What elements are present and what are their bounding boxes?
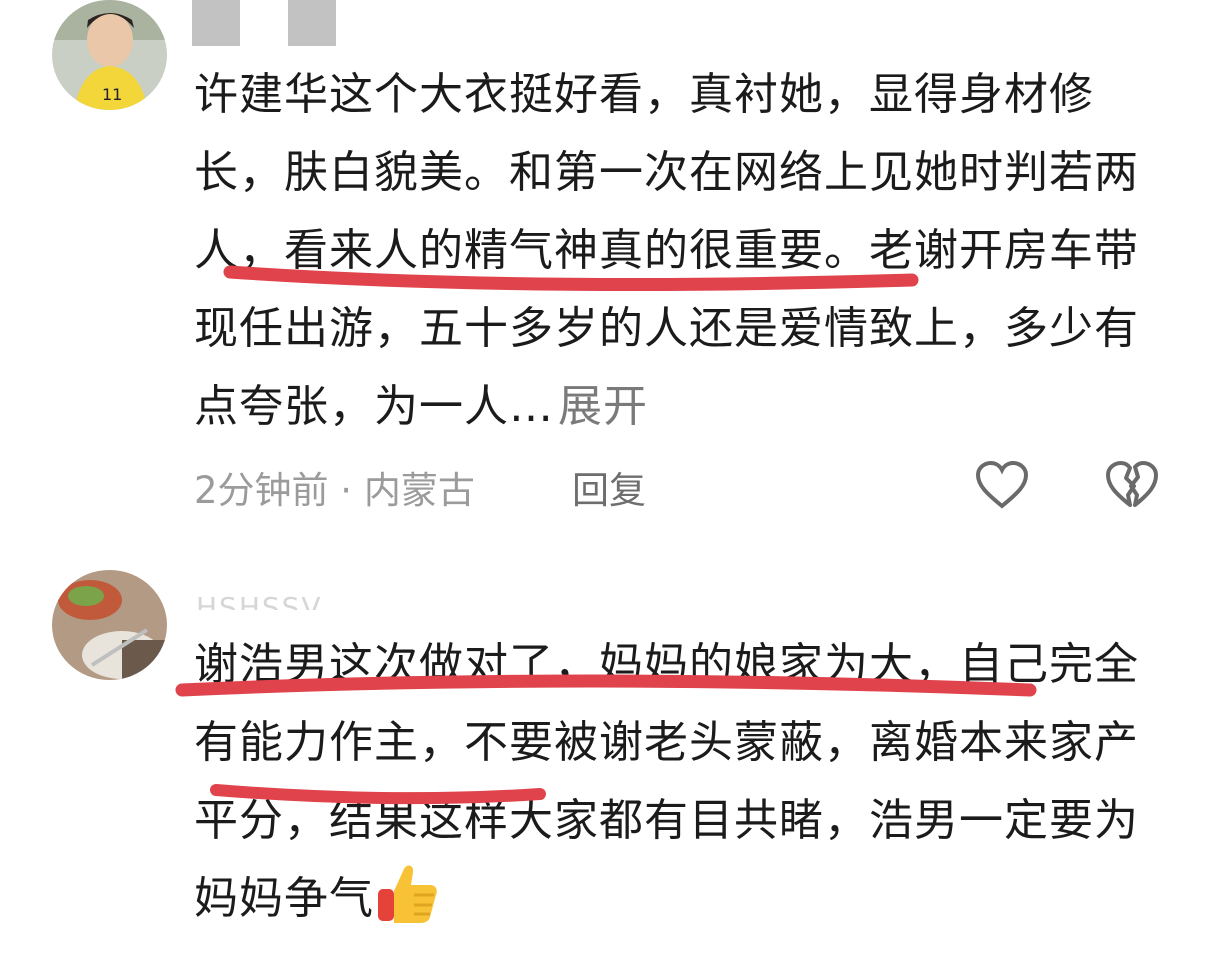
avatar[interactable] (52, 570, 167, 680)
svg-text:11: 11 (102, 85, 122, 104)
dislike-button[interactable] (1104, 460, 1160, 512)
comment-item: HSHSSV 谢浩男这次做对了，妈妈的娘家为大，自己完全有能力作主，不要被谢老头… (0, 570, 1218, 967)
like-button[interactable] (974, 460, 1030, 512)
comment-text: 谢浩男这次做对了，妈妈的娘家为大，自己完全有能力作主，不要被谢老头蒙蔽，离婚本来… (194, 626, 1164, 938)
comment-item: 11 许建华这个大衣挺好看，真衬她，显得身材修长，肤白貌美。和第一次在网络上见她… (0, 0, 1218, 540)
heart-outline-icon (975, 460, 1029, 509)
comment-text: 许建华这个大衣挺好看，真衬她，显得身材修长，肤白貌美。和第一次在网络上见她时判若… (194, 56, 1164, 446)
broken-heart-icon (1106, 461, 1158, 507)
food-plate-avatar (52, 570, 167, 680)
thumbs-up-icon (378, 865, 437, 923)
user-avatar-photo: 11 (52, 0, 167, 110)
comment-body: 许建华这个大衣挺好看，真衬她，显得身材修长，肤白貌美。和第一次在网络上见她时判若… (194, 69, 1139, 432)
username[interactable]: HSHSSV (196, 588, 323, 610)
avatar[interactable]: 11 (52, 0, 167, 110)
reply-button[interactable]: 回复 (572, 460, 646, 514)
comment-meta: 2分钟前 · 内蒙古 (194, 469, 475, 512)
thumbs-up-emoji (374, 861, 440, 927)
comment-body: 谢浩男这次做对了，妈妈的娘家为大，自己完全有能力作主，不要被谢老头蒙蔽，离婚本来… (194, 639, 1139, 924)
expand-link[interactable]: 展开 (558, 381, 648, 432)
